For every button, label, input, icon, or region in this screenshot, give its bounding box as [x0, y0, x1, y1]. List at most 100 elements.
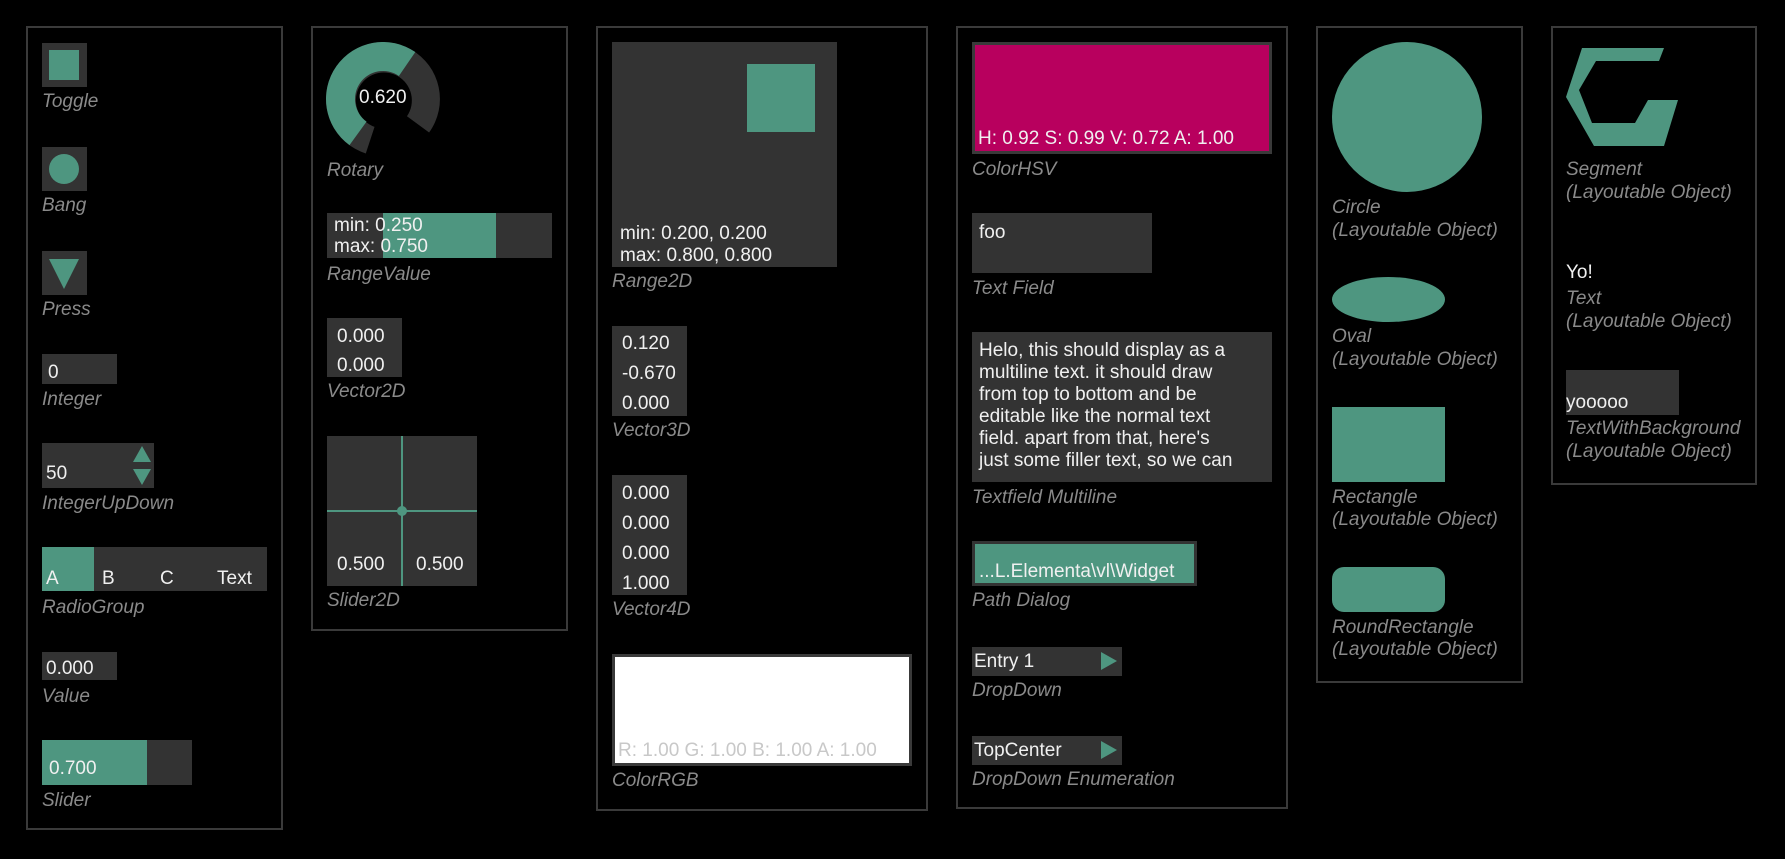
segment-sublabel: (Layoutable Object)	[1566, 182, 1732, 203]
segment-shape	[1566, 48, 1678, 146]
vector2d-label: Vector2D	[327, 381, 406, 402]
multiline-line-2: multiline text. it should draw	[979, 362, 1213, 383]
slider[interactable]: 0.700	[42, 740, 192, 785]
dropdown-enumeration-value: TopCenter	[974, 740, 1062, 761]
text-field[interactable]: foo	[972, 213, 1152, 273]
range-value[interactable]: min: 0.250 max: 0.750	[327, 213, 552, 258]
text-with-background-sublabel: (Layoutable Object)	[1566, 441, 1732, 462]
text-field-value: foo	[979, 222, 1006, 243]
multiline-line-3: from top to bottom and be	[979, 384, 1197, 405]
multiline-line-6: just some filler text, so we can	[979, 450, 1233, 471]
vector4d-x: 0.000	[622, 483, 670, 504]
slider-value: 0.700	[49, 758, 97, 779]
value-label: Value	[42, 686, 90, 707]
color-hsv-label: ColorHSV	[972, 159, 1057, 180]
segment-label: Segment	[1566, 159, 1643, 180]
oval-sublabel: (Layoutable Object)	[1332, 349, 1498, 370]
range2d[interactable]: min: 0.200, 0.200 max: 0.800, 0.800	[612, 42, 837, 267]
toggle-label: Toggle	[42, 91, 99, 112]
value-display: 0.000	[46, 658, 94, 679]
rotary-knob[interactable]: 0.620	[325, 42, 440, 156]
multiline-textfield[interactable]: Helo, this should display as a multiline…	[972, 332, 1272, 482]
dropdown-enumeration-label: DropDown Enumeration	[972, 769, 1175, 790]
vector3d-z: 0.000	[622, 393, 670, 414]
slider-label: Slider	[42, 790, 91, 811]
radio-option-c[interactable]: C	[153, 547, 210, 591]
round-rectangle-sublabel: (Layoutable Object)	[1332, 639, 1498, 660]
multiline-line-5: field. apart from that, here's	[979, 428, 1210, 449]
radio-group: A B C Text	[42, 547, 267, 591]
press-button[interactable]	[42, 251, 87, 295]
text-with-background: yooooo	[1566, 370, 1679, 415]
vector4d-label: Vector4D	[612, 599, 691, 620]
dropdown-enumeration[interactable]: TopCenter	[972, 736, 1122, 765]
rectangle-label: Rectangle	[1332, 487, 1418, 508]
vector4d-y: 0.000	[622, 513, 670, 534]
text-with-background-label: TextWithBackground	[1566, 418, 1741, 439]
bang-button[interactable]	[42, 147, 87, 191]
triangle-right-icon	[1101, 652, 1117, 670]
round-rectangle-shape	[1332, 567, 1445, 612]
slider2d[interactable]: 0.500 0.500	[327, 436, 477, 586]
vector2d-y: 0.000	[337, 355, 385, 376]
triangle-down-icon	[49, 259, 79, 289]
vector3d-x: 0.120	[622, 333, 670, 354]
oval-label: Oval	[1332, 326, 1372, 347]
multiline-line-4: editable like the normal text	[979, 406, 1211, 427]
multiline-label: Textfield Multiline	[972, 487, 1118, 508]
integer-updown-label: IntegerUpDown	[42, 493, 175, 514]
integer-field[interactable]: 0	[42, 354, 117, 384]
dropdown-value: Entry 1	[974, 651, 1035, 672]
color-rgb[interactable]: R: 1.00 G: 1.00 B: 1.00 A: 1.00	[612, 654, 912, 766]
dropdown-label: DropDown	[972, 680, 1062, 701]
text-field-label: Text Field	[972, 278, 1054, 299]
color-hsv[interactable]: H: 0.92 S: 0.99 V: 0.72 A: 1.00	[972, 42, 1272, 154]
bang-label: Bang	[42, 195, 87, 216]
vector4d-field[interactable]: 0.000 0.000 0.000 1.000	[612, 475, 687, 595]
range2d-region[interactable]	[747, 64, 815, 132]
path-dialog-label: Path Dialog	[972, 590, 1071, 611]
radio-option-c-label: C	[160, 568, 174, 589]
vector3d-y: -0.670	[622, 363, 676, 384]
vector2d-x: 0.000	[337, 326, 385, 347]
triangle-right-icon	[1101, 741, 1117, 759]
press-label: Press	[42, 299, 91, 320]
value-field[interactable]: 0.000	[42, 652, 117, 680]
radio-option-a-label: A	[46, 568, 59, 589]
vector2d-field[interactable]: 0.000 0.000	[327, 318, 402, 377]
text-object-sublabel: (Layoutable Object)	[1566, 311, 1732, 332]
arrow-down-icon[interactable]	[133, 469, 151, 485]
path-dialog-value: ...L.Elementa\vl\Widget	[979, 561, 1175, 582]
color-hsv-value: H: 0.92 S: 0.99 V: 0.72 A: 1.00	[978, 128, 1234, 149]
path-dialog-button[interactable]: ...L.Elementa\vl\Widget	[972, 541, 1197, 586]
radio-option-b[interactable]: B	[95, 547, 152, 591]
rectangle-shape	[1332, 407, 1445, 482]
bang-indicator	[49, 154, 79, 184]
color-rgb-label: ColorRGB	[612, 770, 699, 791]
slider2d-handle[interactable]	[397, 506, 407, 516]
integer-updown-value: 50	[46, 463, 68, 484]
radio-group-label: RadioGroup	[42, 597, 145, 618]
arrow-up-icon[interactable]	[133, 446, 151, 462]
round-rectangle-label: RoundRectangle	[1332, 617, 1474, 638]
toggle-indicator	[49, 50, 79, 80]
slider2d-y-value: 0.500	[416, 554, 464, 575]
dropdown[interactable]: Entry 1	[972, 647, 1122, 676]
slider2d-label: Slider2D	[327, 590, 400, 611]
integer-label: Integer	[42, 389, 102, 410]
range-min: min: 0.250	[334, 215, 423, 236]
toggle[interactable]	[42, 43, 87, 87]
vector3d-field[interactable]: 0.120 -0.670 0.000	[612, 326, 687, 416]
integer-value: 0	[48, 362, 59, 383]
range-value-label: RangeValue	[327, 264, 431, 285]
rotary-value: 0.620	[359, 87, 407, 108]
circle-shape	[1332, 42, 1482, 192]
slider2d-x-value: 0.500	[337, 554, 385, 575]
radio-option-a[interactable]: A	[42, 547, 94, 591]
radio-option-text[interactable]: Text	[211, 547, 267, 591]
integer-updown[interactable]: 50	[42, 443, 154, 488]
range2d-min: min: 0.200, 0.200	[620, 223, 767, 244]
rotary-label: Rotary	[327, 160, 383, 181]
circle-sublabel: (Layoutable Object)	[1332, 220, 1498, 241]
vector3d-label: Vector3D	[612, 420, 691, 441]
